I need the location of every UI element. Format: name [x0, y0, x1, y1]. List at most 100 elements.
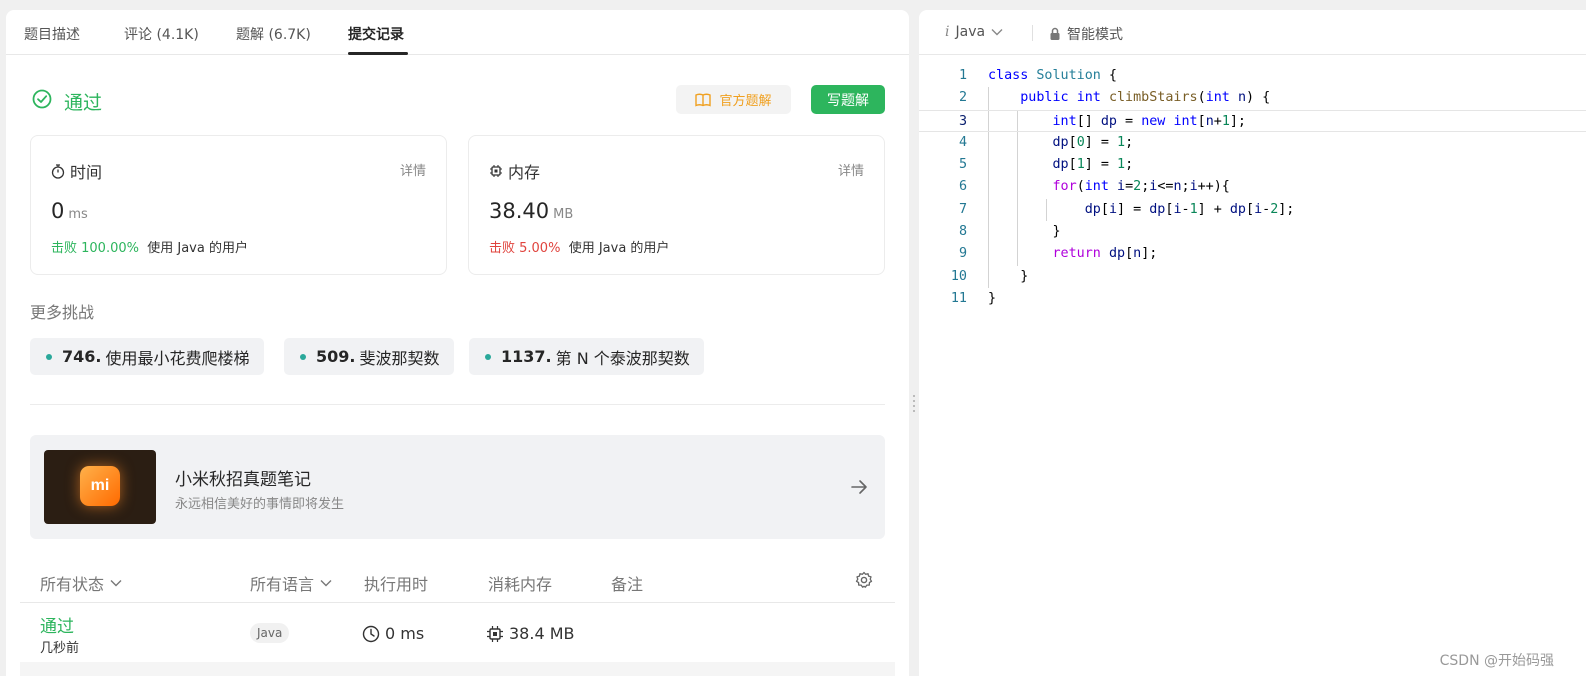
info-icon: i — [945, 24, 950, 40]
memory-beat-suffix: 使用 Java 的用户 — [568, 241, 670, 256]
promo-title: 小米秋招真题笔记 — [175, 470, 311, 490]
check-circle-icon — [32, 89, 52, 109]
table-header-divider — [20, 602, 895, 603]
tab-bar: 题目描述 评论 (4.1K) 题解 (6.7K) 提交记录 — [6, 10, 909, 55]
line-number: 4 — [958, 134, 967, 150]
promo-subtitle: 永远相信美好的事情即将发生 — [175, 497, 345, 512]
line-number: 10 — [950, 268, 967, 284]
code-line: 10 } — [919, 265, 1586, 288]
official-solution-label: 官方题解 — [719, 94, 772, 109]
tab-comments[interactable]: 评论 (4.1K) — [124, 24, 199, 44]
code-line: 6 for(int i=2;i<=n;i++){ — [919, 176, 1586, 199]
code-text: } — [988, 290, 997, 306]
code-line: 11} — [919, 288, 1586, 310]
memory-detail-link[interactable]: 详情 — [838, 160, 864, 179]
code-line: 9 return dp[n]; — [919, 243, 1586, 266]
memory-card-header: 内存 — [489, 159, 540, 183]
chevron-down-icon — [320, 580, 332, 587]
challenge-chip[interactable]: 1137. 第 N 个泰波那契数 — [469, 338, 704, 375]
write-solution-button[interactable]: 写题解 — [811, 85, 885, 114]
indent-guide — [1016, 154, 1018, 177]
note-column-header: 备注 — [611, 575, 644, 594]
row-runtime: 0 ms — [362, 624, 424, 643]
runtime-column-header: 执行用时 — [364, 575, 429, 594]
code-text: } — [988, 224, 1061, 240]
line-number: 1 — [958, 68, 967, 83]
code-editor[interactable]: 1 class Solution { 2 public int climbStair… — [919, 65, 1586, 310]
tab-solutions[interactable]: 题解 (6.7K) — [236, 24, 311, 44]
runtime-beat: 击败 100.00% — [51, 241, 139, 256]
bullet-dot-icon — [46, 353, 52, 360]
code-line: 2 public int climbStairs(int n) { — [919, 87, 1586, 110]
indent-guide — [988, 243, 989, 266]
challenge-chip[interactable]: 509. 斐波那契数 — [284, 338, 454, 375]
row-runtime-value: 0 ms — [385, 624, 425, 643]
indent-guide — [988, 198, 989, 222]
memory-card: 内存 详情 38.40 MB 击败 5.00% 使用 Java 的用户 — [468, 135, 885, 275]
code-text: return dp[n]; — [1052, 246, 1158, 262]
indent-guide — [988, 87, 989, 110]
promo-banner[interactable]: mi 小米秋招真题笔记 永远相信美好的事情即将发生 — [30, 435, 885, 539]
code-text: dp[0] = 1; — [1052, 134, 1134, 150]
indent-guide — [988, 131, 989, 155]
editor-panel: i Java 智能模式 1 class Solution { 2 public in… — [919, 10, 1586, 676]
runtime-card-header: 时间 — [51, 159, 102, 183]
memory-column-header: 消耗内存 — [488, 575, 553, 594]
code-line: 7 dp[i] = dp[i-1] + dp[i-2]; — [919, 198, 1586, 222]
official-solution-button[interactable]: 官方题解 — [676, 85, 791, 114]
code-text: } — [988, 268, 1029, 284]
indent-guide — [1016, 110, 1018, 131]
runtime-title: 时间 — [70, 163, 103, 182]
language-select-value: Java — [955, 24, 986, 40]
code-text: class Solution { — [988, 68, 1117, 83]
indent-guide — [1045, 198, 1047, 222]
watermark: CSDN @开始码强 — [1439, 653, 1554, 669]
line-number: 11 — [950, 290, 967, 306]
challenge-chip[interactable]: 746. 使用最小花费爬楼梯 — [30, 338, 264, 375]
code-text: public int climbStairs(int n) { — [1020, 90, 1271, 106]
chevron-down-icon — [991, 29, 1003, 36]
indent-guide — [988, 110, 989, 131]
code-line: 8 } — [919, 221, 1586, 244]
indent-guide — [988, 176, 989, 199]
panel-resize-handle[interactable] — [912, 395, 915, 415]
row-status-link[interactable]: 通过 — [40, 612, 74, 637]
toolbar-separator — [1032, 25, 1033, 41]
row-submit-time: 几秒前 — [40, 641, 80, 656]
language-filter[interactable]: 所有语言 — [250, 571, 332, 595]
indent-guide — [1016, 176, 1018, 199]
line-number: 9 — [958, 246, 967, 262]
code-text: dp[1] = 1; — [1052, 157, 1134, 173]
smart-mode-label: 智能模式 — [1067, 27, 1123, 43]
section-divider — [30, 404, 885, 405]
promo-image: mi — [44, 450, 156, 524]
indent-guide — [1016, 131, 1018, 155]
chevron-down-icon — [110, 580, 122, 587]
stopwatch-icon — [51, 163, 65, 179]
indent-guide — [1016, 221, 1018, 244]
runtime-value: 0 — [51, 199, 65, 223]
challenge-number: 1137. — [501, 347, 552, 366]
memory-unit: MB — [553, 207, 574, 222]
code-text: dp[i] = dp[i-1] + dp[i-2]; — [1084, 201, 1295, 217]
tab-active-indicator — [348, 52, 408, 55]
tab-description[interactable]: 题目描述 — [24, 24, 80, 44]
runtime-unit: ms — [68, 207, 88, 222]
gear-icon[interactable] — [855, 571, 873, 589]
lock-icon — [1050, 27, 1060, 40]
runtime-value-block: 0 ms — [51, 199, 88, 223]
runtime-detail-link[interactable]: 详情 — [400, 160, 426, 179]
challenge-name: 使用最小花费爬楼梯 — [105, 348, 250, 368]
indent-guide — [1016, 198, 1018, 222]
language-select[interactable]: i Java — [945, 24, 1003, 40]
code-line: 1 class Solution { — [919, 65, 1586, 87]
clock-icon — [362, 625, 380, 642]
smart-mode-toggle[interactable]: 智能模式 — [1049, 24, 1123, 44]
language-filter-label: 所有语言 — [250, 575, 315, 594]
book-icon — [695, 93, 712, 107]
line-number: 5 — [958, 157, 967, 173]
runtime-beat-line: 击败 100.00% 使用 Java 的用户 — [51, 237, 248, 256]
chip-icon — [490, 165, 502, 177]
tab-submissions[interactable]: 提交记录 — [348, 24, 404, 44]
status-filter[interactable]: 所有状态 — [40, 571, 122, 595]
